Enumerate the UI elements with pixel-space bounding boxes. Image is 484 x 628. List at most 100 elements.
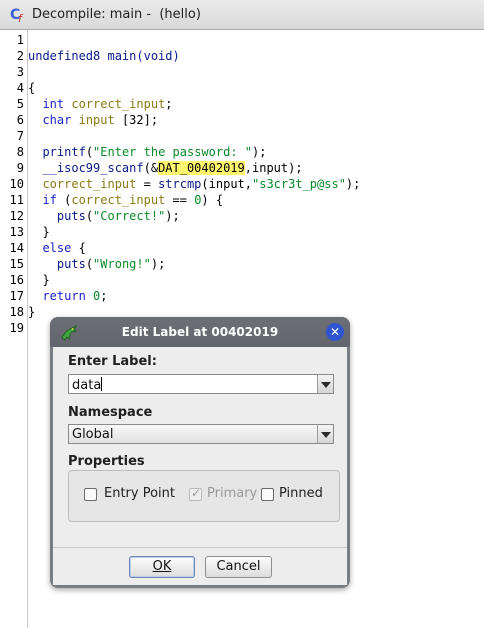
line-number: 7 xyxy=(16,129,24,143)
code-token[interactable]: "s3cr3t_p@ss" xyxy=(252,177,346,191)
code-token[interactable] xyxy=(28,257,57,271)
code-token[interactable]: [32]; xyxy=(115,113,158,127)
code-token[interactable]: ,input); xyxy=(245,161,303,175)
code-token[interactable]: printf xyxy=(42,145,85,159)
line-number: 14 xyxy=(9,241,24,255)
ok-button[interactable]: OK xyxy=(129,556,195,578)
code-token[interactable] xyxy=(28,161,42,175)
line-number: 13 xyxy=(9,225,24,239)
code-token[interactable]: int xyxy=(42,97,64,111)
code-token[interactable]: ; xyxy=(100,289,107,303)
line-number: 9 xyxy=(16,161,24,175)
code-token[interactable] xyxy=(86,289,93,303)
dialog-title-bar[interactable]: Edit Label at 00402019 ✕ xyxy=(50,317,350,347)
code-line[interactable]: return 0; xyxy=(28,288,107,304)
entry-point-checkbox[interactable] xyxy=(84,488,97,501)
code-token[interactable]: if xyxy=(42,193,56,207)
code-line[interactable]: { xyxy=(28,80,35,96)
line-number: 8 xyxy=(16,145,24,159)
code-token[interactable]: (input, xyxy=(201,177,252,191)
line-number: 1 xyxy=(16,33,24,47)
code-token[interactable]: strcmp xyxy=(158,177,201,191)
code-token[interactable]: ; xyxy=(165,97,172,111)
namespace-select[interactable]: Global xyxy=(68,424,334,444)
code-line[interactable]: __isoc99_scanf(&DAT_00402019,input); xyxy=(28,160,303,176)
code-token[interactable]: ); xyxy=(165,209,179,223)
code-token[interactable]: else xyxy=(42,241,71,255)
primary-checkbox: ✓ xyxy=(189,486,202,501)
code-token[interactable]: { xyxy=(71,241,86,255)
code-line[interactable]: undefined8 main(void) xyxy=(28,48,180,64)
code-token[interactable]: } xyxy=(28,273,49,287)
pinned-checkbox[interactable] xyxy=(261,488,274,501)
code-token[interactable]: ( xyxy=(86,209,93,223)
code-line[interactable]: int correct_input; xyxy=(28,96,172,112)
line-number: 10 xyxy=(9,177,24,191)
code-token[interactable]: { xyxy=(28,81,35,95)
line-number: 18 xyxy=(9,305,24,319)
pinned-label: Pinned xyxy=(279,486,323,501)
code-token[interactable]: ); xyxy=(252,145,266,159)
properties-group: Entry Point ✓ Primary Pinned xyxy=(68,470,340,522)
code-token[interactable]: __isoc99_scanf xyxy=(42,161,143,175)
label-name-combo[interactable]: data xyxy=(68,374,334,394)
code-token[interactable]: undefined8 main(void) xyxy=(28,49,180,63)
code-token[interactable] xyxy=(28,97,42,111)
code-token[interactable]: return xyxy=(42,289,85,303)
code-line[interactable]: else { xyxy=(28,240,86,256)
code-token[interactable]: correct_input xyxy=(71,97,165,111)
svg-text:f: f xyxy=(18,12,24,24)
code-token[interactable]: ); xyxy=(151,257,165,271)
code-token[interactable]: input xyxy=(79,113,115,127)
code-token[interactable] xyxy=(28,209,57,223)
code-token[interactable]: ( xyxy=(86,145,93,159)
decompile-cf-icon: C f xyxy=(10,7,24,24)
code-token[interactable]: ( xyxy=(57,193,71,207)
cancel-button[interactable]: Cancel xyxy=(205,556,272,578)
code-token[interactable] xyxy=(28,193,42,207)
line-number: 12 xyxy=(9,209,24,223)
code-line[interactable]: correct_input = strcmp(input,"s3cr3t_p@s… xyxy=(28,176,360,192)
code-token[interactable]: puts xyxy=(57,209,86,223)
cancel-button-label: Cancel xyxy=(216,559,261,574)
code-token[interactable] xyxy=(28,177,42,191)
code-token[interactable]: "Correct!" xyxy=(93,209,165,223)
chevron-down-icon[interactable] xyxy=(317,375,333,393)
code-line[interactable]: puts("Correct!"); xyxy=(28,208,180,224)
label-name-input[interactable]: data xyxy=(72,377,103,393)
code-token[interactable] xyxy=(28,145,42,159)
line-number: 17 xyxy=(9,289,24,303)
code-token[interactable] xyxy=(28,241,42,255)
code-token[interactable] xyxy=(28,113,42,127)
code-line[interactable]: if (correct_input == 0) { xyxy=(28,192,223,208)
code-line[interactable]: } xyxy=(28,224,49,240)
line-number: 2 xyxy=(16,49,24,63)
code-token[interactable]: puts xyxy=(57,257,86,271)
code-token[interactable]: == xyxy=(165,193,194,207)
close-icon[interactable]: ✕ xyxy=(326,323,344,341)
code-line[interactable]: puts("Wrong!"); xyxy=(28,256,165,272)
code-token[interactable]: = xyxy=(136,177,158,191)
code-token[interactable] xyxy=(71,113,78,127)
line-number: 19 xyxy=(9,321,24,335)
code-line[interactable]: } xyxy=(28,304,35,320)
code-token[interactable]: (& xyxy=(144,161,158,175)
code-token[interactable]: "Enter the password: " xyxy=(93,145,252,159)
code-token[interactable]: "Wrong!" xyxy=(93,257,151,271)
code-token[interactable]: ( xyxy=(86,257,93,271)
code-token[interactable] xyxy=(28,289,42,303)
code-token[interactable]: correct_input xyxy=(42,177,136,191)
code-token[interactable]: ) { xyxy=(201,193,223,207)
code-token[interactable]: correct_input xyxy=(71,193,165,207)
code-token[interactable]: ); xyxy=(346,177,360,191)
code-token[interactable]: } xyxy=(28,305,35,319)
highlighted-token[interactable]: DAT_00402019 xyxy=(158,161,245,175)
namespace-value: Global xyxy=(72,427,114,442)
code-token[interactable]: char xyxy=(42,113,71,127)
code-line[interactable]: printf("Enter the password: "); xyxy=(28,144,266,160)
code-token[interactable]: } xyxy=(28,225,49,239)
dialog-divider xyxy=(53,547,347,548)
code-line[interactable]: } xyxy=(28,272,49,288)
code-line[interactable]: char input [32]; xyxy=(28,112,158,128)
chevron-down-icon[interactable] xyxy=(317,425,333,443)
